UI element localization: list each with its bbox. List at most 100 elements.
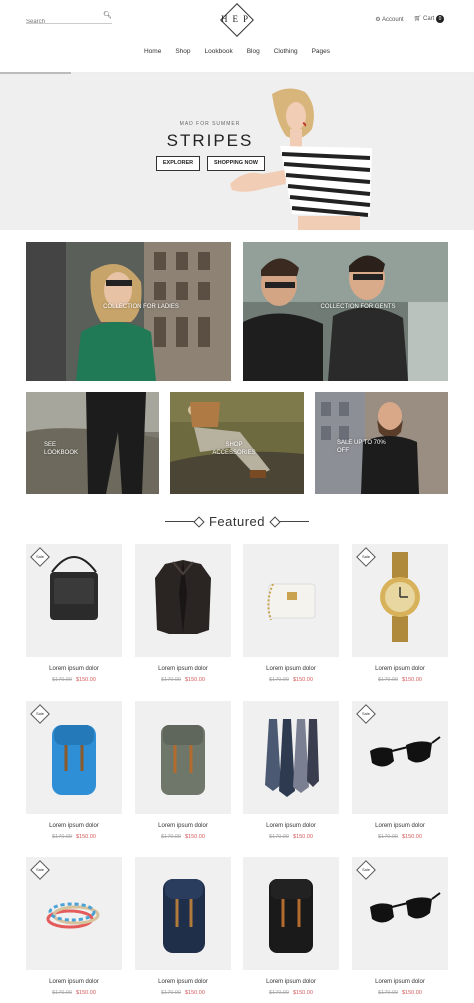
- product-name[interactable]: Lorem ipsum dolor: [135, 823, 231, 829]
- sale-tile[interactable]: SALE UP TO 70% OFF: [315, 392, 448, 494]
- product-name[interactable]: Lorem ipsum dolor: [243, 666, 339, 672]
- product-image[interactable]: Sale: [352, 544, 448, 657]
- nav-pages[interactable]: Pages: [312, 48, 330, 55]
- explorer-button[interactable]: EXPLORER: [156, 156, 200, 171]
- product-price: $170.00 $150.00: [243, 677, 339, 683]
- sale-price: $150.00: [402, 677, 422, 683]
- site-logo[interactable]: HEP: [215, 3, 259, 37]
- collection-gents-tile[interactable]: COLLECTION FOR GENTS: [243, 242, 448, 381]
- old-price: $170.00: [52, 834, 72, 840]
- product-card[interactable]: Sale Lorem ipsum dolor $170.00 $150.00: [26, 857, 122, 996]
- product-card[interactable]: Sale Lorem ipsum dolor $170.00 $150.00: [352, 701, 448, 840]
- old-price: $170.00: [161, 677, 181, 683]
- product-image[interactable]: Sale: [26, 544, 122, 657]
- old-price: $170.00: [52, 990, 72, 996]
- hero-title: STRIPES: [166, 131, 254, 150]
- product-card[interactable]: Lorem ipsum dolor $170.00 $150.00: [135, 857, 231, 996]
- search-icon[interactable]: 🔍︎: [103, 11, 112, 19]
- old-price: $170.00: [378, 834, 398, 840]
- product-image[interactable]: [135, 701, 231, 814]
- featured-heading: Featured: [0, 514, 474, 529]
- hero-model-image: [230, 88, 372, 230]
- main-nav: Home Shop Lookbook Blog Clothing Pages: [0, 48, 474, 55]
- product-name[interactable]: Lorem ipsum dolor: [352, 666, 448, 672]
- product-image[interactable]: Sale: [26, 701, 122, 814]
- product-card[interactable]: Sale Lorem ipsum dolor $170.00 $150.00: [352, 857, 448, 996]
- cart-link[interactable]: 🛒︎ Cart 0: [414, 15, 444, 23]
- product-image[interactable]: [243, 544, 339, 657]
- logo-text: HEP: [220, 14, 253, 24]
- product-card[interactable]: Sale Lorem ipsum dolor $170.00 $150.00: [26, 544, 122, 683]
- heading-ornament-left: [164, 521, 201, 522]
- old-price: $170.00: [161, 990, 181, 996]
- product-image[interactable]: [243, 857, 339, 970]
- product-price: $170.00 $150.00: [26, 677, 122, 683]
- product-card[interactable]: Sale Lorem ipsum dolor $170.00 $150.00: [352, 544, 448, 683]
- neckties-icon: [265, 719, 319, 797]
- collection-ladies-tile[interactable]: COLLECTION FOR LADIES: [26, 242, 231, 381]
- product-image[interactable]: Sale: [352, 857, 448, 970]
- sale-price: $150.00: [76, 990, 96, 996]
- nav-blog[interactable]: Blog: [247, 48, 260, 55]
- old-price: $170.00: [161, 834, 181, 840]
- sale-price: $150.00: [402, 834, 422, 840]
- product-name[interactable]: Lorem ipsum dolor: [352, 979, 448, 985]
- product-card[interactable]: Lorem ipsum dolor $170.00 $150.00: [243, 857, 339, 996]
- product-card[interactable]: Lorem ipsum dolor $170.00 $150.00: [243, 701, 339, 840]
- nav-shop[interactable]: Shop: [175, 48, 190, 55]
- search-bar[interactable]: 🔍︎: [26, 10, 112, 25]
- sale-price: $150.00: [402, 990, 422, 996]
- shopping-now-button[interactable]: SHOPPING NOW: [207, 156, 265, 171]
- product-card[interactable]: Lorem ipsum dolor $170.00 $150.00: [135, 701, 231, 840]
- sale-price: $150.00: [293, 990, 313, 996]
- leather-jacket-icon: [155, 560, 211, 634]
- product-card[interactable]: Sale Lorem ipsum dolor $170.00 $150.00: [26, 701, 122, 840]
- product-image[interactable]: [135, 544, 231, 657]
- product-image[interactable]: Sale: [26, 857, 122, 970]
- product-name[interactable]: Lorem ipsum dolor: [352, 823, 448, 829]
- product-card[interactable]: Lorem ipsum dolor $170.00 $150.00: [135, 544, 231, 683]
- product-image[interactable]: [135, 857, 231, 970]
- sale-price: $150.00: [293, 834, 313, 840]
- product-name[interactable]: Lorem ipsum dolor: [243, 979, 339, 985]
- nav-clothing[interactable]: Clothing: [274, 48, 298, 55]
- lookbook-label: SEE LOOKBOOK: [44, 442, 79, 456]
- product-image[interactable]: [243, 701, 339, 814]
- featured-title: Featured: [208, 514, 266, 529]
- black-backpack-icon: [269, 879, 313, 953]
- lookbook-tile[interactable]: SEE LOOKBOOK: [26, 392, 159, 494]
- product-price: $170.00 $150.00: [135, 990, 231, 996]
- product-price: $170.00 $150.00: [243, 990, 339, 996]
- product-name[interactable]: Lorem ipsum dolor: [26, 666, 122, 672]
- product-price: $170.00 $150.00: [135, 834, 231, 840]
- account-link[interactable]: ⚙ Account: [375, 16, 403, 23]
- ladies-collection-label: COLLECTION FOR LADIES: [103, 304, 179, 310]
- product-name[interactable]: Lorem ipsum dolor: [26, 979, 122, 985]
- product-price: $170.00 $150.00: [26, 834, 122, 840]
- sale-price: $150.00: [76, 834, 96, 840]
- product-price: $170.00 $150.00: [135, 677, 231, 683]
- sale-price: $150.00: [185, 990, 205, 996]
- sale-price: $150.00: [76, 677, 96, 683]
- accessories-tile[interactable]: SHOP ACCESSORIES: [170, 392, 304, 494]
- sale-label: SALE UP TO 70% OFF: [337, 440, 386, 454]
- product-name[interactable]: Lorem ipsum dolor: [135, 979, 231, 985]
- nav-home[interactable]: Home: [144, 48, 161, 55]
- header-actions: ⚙ Account 🛒︎ Cart 0: [375, 15, 444, 23]
- gents-collection-label: COLLECTION FOR GENTS: [320, 304, 396, 310]
- product-image[interactable]: Sale: [352, 701, 448, 814]
- product-name[interactable]: Lorem ipsum dolor: [135, 666, 231, 672]
- hero-kicker: MAD FOR SUMMER: [179, 121, 241, 127]
- heading-ornament-right: [273, 521, 310, 522]
- search-input[interactable]: [26, 19, 96, 25]
- old-price: $170.00: [269, 990, 289, 996]
- product-price: $170.00 $150.00: [352, 834, 448, 840]
- product-name[interactable]: Lorem ipsum dolor: [243, 823, 339, 829]
- navy-backpack-icon: [163, 879, 205, 953]
- product-price: $170.00 $150.00: [243, 834, 339, 840]
- nav-lookbook[interactable]: Lookbook: [205, 48, 233, 55]
- product-card[interactable]: Lorem ipsum dolor $170.00 $150.00: [243, 544, 339, 683]
- old-price: $170.00: [52, 677, 72, 683]
- product-price: $170.00 $150.00: [352, 990, 448, 996]
- product-name[interactable]: Lorem ipsum dolor: [26, 823, 122, 829]
